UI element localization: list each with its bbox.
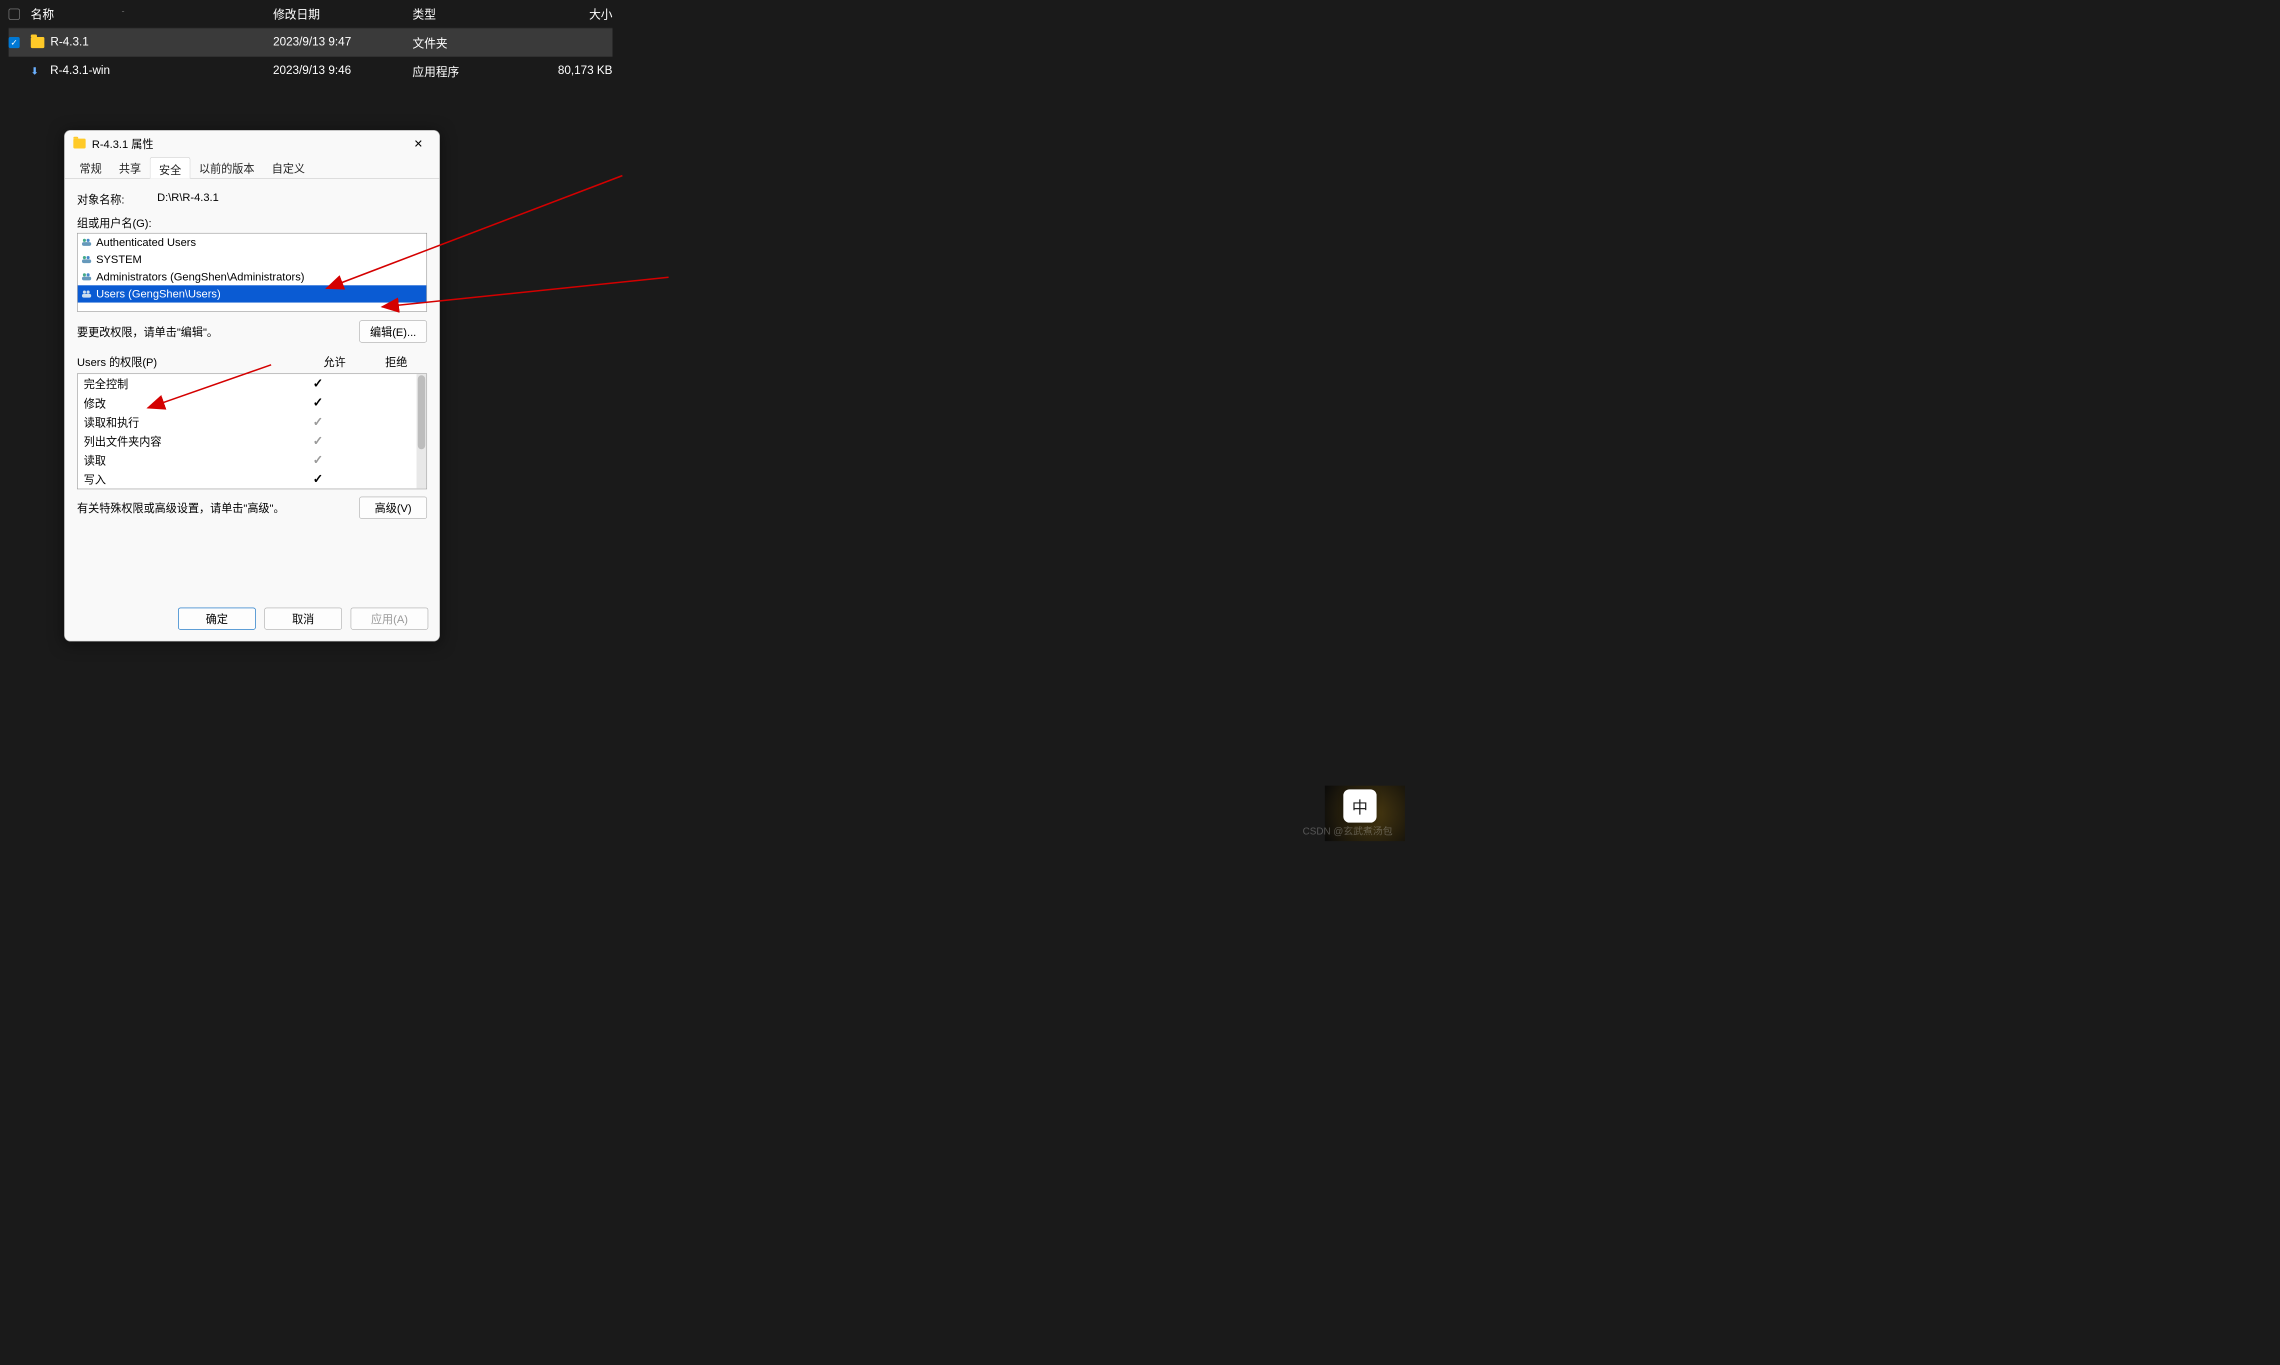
file-type: 文件夹 [412, 34, 533, 51]
users-icon [81, 272, 92, 281]
perm-list-label: Users 的权限(P) [77, 354, 304, 370]
file-name: R-4.3.1-win [50, 64, 110, 78]
titlebar[interactable]: R-4.3.1 属性 ✕ [65, 131, 440, 157]
permission-name: 修改 [84, 395, 287, 411]
edit-hint: 要更改权限，请单击"编辑"。 [77, 324, 218, 340]
ime-indicator[interactable]: 中 [1343, 789, 1376, 822]
col-type[interactable]: 类型 [412, 6, 533, 23]
permission-name: 读取 [84, 452, 287, 468]
folder-icon [73, 139, 85, 149]
tab-previous-versions[interactable]: 以前的版本 [190, 157, 263, 179]
object-name-value: D:\R\R-4.3.1 [157, 191, 427, 207]
dialog-title: R-4.3.1 属性 [92, 136, 406, 152]
allow-check: ✓ [287, 433, 349, 448]
edit-button[interactable]: 编辑(E)... [359, 320, 427, 342]
file-explorer: 名称ˆ 修改日期 类型 大小 R-4.3.1 2023/9/13 9:47 文件… [9, 0, 613, 85]
file-type: 应用程序 [412, 63, 533, 80]
allow-check: ✓ [287, 471, 349, 486]
col-date[interactable]: 修改日期 [273, 6, 412, 23]
permission-row[interactable]: 写入✓ [78, 470, 417, 489]
file-date: 2023/9/13 9:46 [273, 64, 412, 78]
permission-name: 写入 [84, 471, 287, 487]
list-item[interactable]: Users (GengShen\Users) [78, 285, 427, 302]
scrollbar-thumb[interactable] [418, 375, 425, 449]
groups-label: 组或用户名(G): [77, 214, 427, 230]
dialog-footer: 确定 取消 应用(A) [178, 608, 428, 630]
object-name-label: 对象名称: [77, 191, 157, 207]
close-icon[interactable]: ✕ [406, 134, 431, 152]
advanced-button[interactable]: 高级(V) [359, 497, 427, 519]
allow-check: ✓ [287, 376, 349, 391]
tab-general[interactable]: 常规 [71, 157, 110, 179]
tab-strip: 常规 共享 安全 以前的版本 自定义 [65, 157, 440, 179]
allow-check: ✓ [287, 452, 349, 467]
permission-row[interactable]: 修改✓ [78, 393, 417, 412]
permission-name: 列出文件夹内容 [84, 433, 287, 449]
column-headers: 名称ˆ 修改日期 类型 大小 [9, 0, 613, 28]
file-size: 80,173 KB [534, 64, 613, 78]
permission-name: 完全控制 [84, 376, 287, 392]
cancel-button[interactable]: 取消 [264, 608, 342, 630]
tab-security[interactable]: 安全 [150, 157, 191, 179]
groups-listbox[interactable]: Authenticated Users SYSTEM Administrator… [77, 233, 427, 312]
file-date: 2023/9/13 9:47 [273, 36, 412, 50]
users-icon [81, 238, 92, 247]
permission-name: 读取和执行 [84, 414, 287, 430]
allow-label: 允许 [304, 354, 366, 370]
application-icon [30, 65, 44, 76]
users-icon [81, 255, 92, 264]
table-row[interactable]: R-4.3.1-win 2023/9/13 9:46 应用程序 80,173 K… [9, 57, 613, 85]
folder-icon [31, 37, 45, 48]
users-icon [81, 290, 92, 299]
table-row[interactable]: R-4.3.1 2023/9/13 9:47 文件夹 [9, 28, 613, 56]
properties-dialog: R-4.3.1 属性 ✕ 常规 共享 安全 以前的版本 自定义 对象名称: D:… [64, 130, 440, 641]
tab-customize[interactable]: 自定义 [263, 157, 314, 179]
allow-check: ✓ [287, 395, 349, 410]
permission-row[interactable]: 完全控制✓ [78, 374, 417, 393]
list-item[interactable]: Authenticated Users [78, 234, 427, 251]
list-item[interactable]: SYSTEM [78, 251, 427, 268]
row-checkbox[interactable] [9, 37, 20, 48]
advanced-hint: 有关特殊权限或高级设置，请单击"高级"。 [77, 500, 285, 516]
header-checkbox[interactable] [9, 8, 20, 19]
allow-check: ✓ [287, 414, 349, 429]
col-size[interactable]: 大小 [534, 6, 613, 23]
watermark: CSDN @玄武煮汤包 [1303, 823, 1393, 838]
apply-button[interactable]: 应用(A) [351, 608, 429, 630]
permissions-listbox[interactable]: 完全控制✓修改✓读取和执行✓列出文件夹内容✓读取✓写入✓ [77, 373, 427, 489]
permission-row[interactable]: 读取和执行✓ [78, 412, 417, 431]
permission-row[interactable]: 读取✓ [78, 450, 417, 469]
sort-indicator-icon: ˆ [122, 10, 124, 19]
scrollbar[interactable] [417, 374, 427, 489]
tab-sharing[interactable]: 共享 [110, 157, 149, 179]
permission-row[interactable]: 列出文件夹内容✓ [78, 431, 417, 450]
col-name[interactable]: 名称ˆ [31, 6, 273, 23]
deny-label: 拒绝 [365, 354, 427, 370]
list-item[interactable]: Administrators (GengShen\Administrators) [78, 268, 427, 285]
file-name: R-4.3.1 [50, 36, 88, 50]
ok-button[interactable]: 确定 [178, 608, 256, 630]
